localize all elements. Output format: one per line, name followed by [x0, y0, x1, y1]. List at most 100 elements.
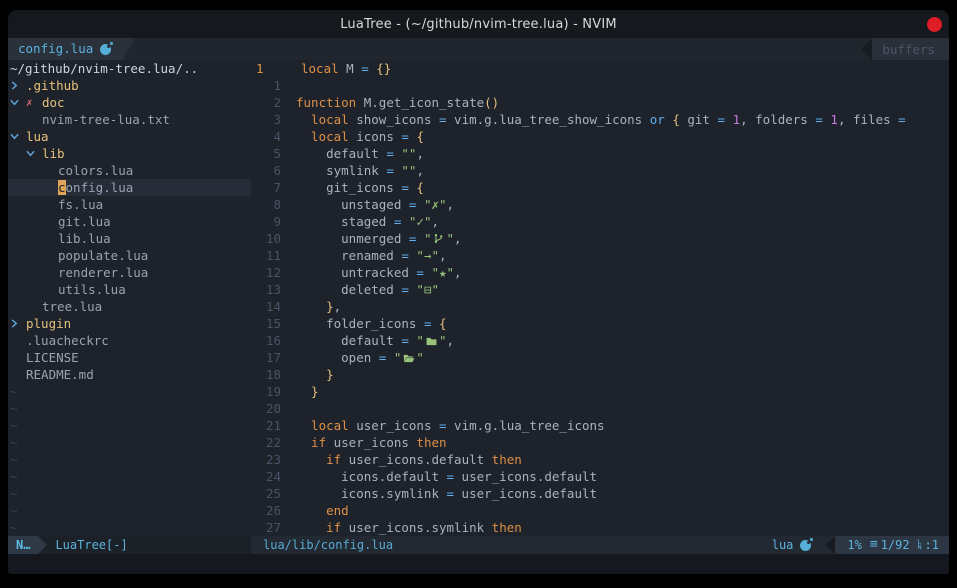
tree-item-populate.lua[interactable]: populate.lua [8, 247, 251, 264]
code-line-25[interactable]: 24icons.default = user_icons.default [251, 468, 949, 485]
powerline-separator-icon [825, 536, 835, 554]
code-line-26[interactable]: 25icons.symlink = user_icons.default [251, 485, 949, 502]
code-line-11[interactable]: 10unmerged = "", [251, 230, 949, 247]
code-line-24[interactable]: 23if user_icons.default then [251, 451, 949, 468]
chevron-right-icon[interactable] [10, 77, 19, 94]
line-number-relative: 24 [251, 468, 281, 485]
code-line-19[interactable]: 18} [251, 366, 949, 383]
code-line-text: unmerged = "", [296, 230, 462, 247]
code-line-21[interactable]: 20 [251, 400, 949, 417]
code-line-text: local user_icons = vim.g.lua_tree_icons [296, 417, 605, 434]
code-line-7[interactable]: 6symlink = "", [251, 162, 949, 179]
tree-item-label: lib [8, 145, 65, 162]
tree-item-plugin[interactable]: plugin [8, 315, 251, 332]
tree-item-LICENSE[interactable]: LICENSE [8, 349, 251, 366]
tree-item-label: utils.lua [8, 281, 126, 298]
code-line-text: local show_icons = vim.g.lua_tree_show_i… [296, 111, 906, 128]
code-line-2[interactable]: 1 [251, 77, 949, 94]
code-line-text: default = "", [296, 145, 424, 162]
tree-item-colors.lua[interactable]: colors.lua [8, 162, 251, 179]
folder-open-icon [401, 354, 416, 363]
code-line-6[interactable]: 5default = "", [251, 145, 949, 162]
tree-item-renderer.lua[interactable]: renderer.lua [8, 264, 251, 281]
scroll-percent: 1% [847, 536, 861, 554]
tree-item-nvim-tree-lua.txt[interactable]: nvim-tree-lua.txt [8, 111, 251, 128]
code-line-text: open = "" [296, 349, 424, 366]
line-number-relative: 20 [251, 400, 281, 417]
lua-moon-icon [100, 44, 111, 55]
code-line-16[interactable]: 15folder_icons = { [251, 315, 949, 332]
line-number-relative: 14 [251, 298, 281, 315]
code-line-15[interactable]: 14}, [251, 298, 949, 315]
folder-closed-icon [424, 337, 439, 346]
code-line-1[interactable]: 1 local M = {} [251, 60, 949, 77]
tree-item-tree.lua[interactable]: tree.lua [8, 298, 251, 315]
chevron-down-icon[interactable] [26, 145, 35, 162]
buffers-label[interactable]: buffers [872, 38, 949, 60]
tree-item-label: lib.lua [8, 230, 111, 247]
empty-line-tilde: ~ [8, 519, 251, 536]
code-line-14[interactable]: 13deleted = "⊟" [251, 281, 949, 298]
code-line-5[interactable]: 4local icons = { [251, 128, 949, 145]
tree-item-label: README.md [8, 366, 94, 383]
statusline-tree-segment: N… LuaTree[-] [8, 536, 251, 554]
tree-item-lib.lua[interactable]: lib.lua [8, 230, 251, 247]
code-line-17[interactable]: 16default = "", [251, 332, 949, 349]
code-line-27[interactable]: 26end [251, 502, 949, 519]
chevron-down-icon[interactable] [10, 94, 19, 111]
code-line-text: local M = {} [301, 60, 391, 77]
tree-item-label: config.lua [8, 179, 133, 196]
code-line-4[interactable]: 3 local show_icons = vim.g.lua_tree_show_… [251, 111, 949, 128]
empty-line-tilde: ~ [8, 417, 251, 434]
code-line-23[interactable]: 22if user_icons then [251, 434, 949, 451]
tree-item-.github[interactable]: .github [8, 77, 251, 94]
code-line-10[interactable]: 9staged = "✓", [251, 213, 949, 230]
tab-label: config.lua [18, 41, 93, 56]
statusline-tree-title: LuaTree[-] [47, 536, 127, 554]
line-number-relative: 3 [251, 111, 281, 128]
tree-item-lua[interactable]: lua [8, 128, 251, 145]
code-line-20[interactable]: 19} [251, 383, 949, 400]
line-number-relative: 27 [251, 519, 281, 536]
chevron-right-icon[interactable] [10, 315, 19, 332]
statusline-file-path: lua/lib/config.lua [251, 536, 772, 554]
code-line-28[interactable]: 27if user_icons.symlink then [251, 519, 949, 536]
lines-icon: ≡ [870, 536, 878, 554]
code-line-22[interactable]: 21local user_icons = vim.g.lua_tree_icon… [251, 417, 949, 434]
line-number-relative: 22 [251, 434, 281, 451]
code-line-text: folder_icons = { [296, 315, 447, 332]
code-line-18[interactable]: 17open = "" [251, 349, 949, 366]
tree-item-config.lua[interactable]: config.lua [8, 179, 251, 196]
terminal-screen: LuaTree - (~/github/nvim-tree.lua) - NVI… [0, 0, 957, 588]
code-line-12[interactable]: 11renamed = "→", [251, 247, 949, 264]
empty-line-tilde: ~ [8, 485, 251, 502]
tree-item-.luacheckrc[interactable]: .luacheckrc [8, 332, 251, 349]
tree-item-label: colors.lua [8, 162, 133, 179]
tree-item-git.lua[interactable]: git.lua [8, 213, 251, 230]
line-number-current: 1 [251, 60, 286, 77]
title-bar: LuaTree - (~/github/nvim-tree.lua) - NVI… [8, 10, 949, 38]
command-line[interactable] [8, 554, 949, 574]
code-editor[interactable]: 1local M = {}12function M.get_icon_state… [251, 60, 949, 536]
file-tree[interactable]: ~/github/nvim-tree.lua/...github✗docnvim… [8, 60, 251, 536]
code-line-3[interactable]: 2function M.get_icon_state() [251, 94, 949, 111]
chevron-down-icon[interactable] [10, 128, 19, 145]
close-button[interactable] [927, 17, 942, 32]
tree-item-README.md[interactable]: README.md [8, 366, 251, 383]
cursor-position: 1/92 [881, 536, 910, 554]
code-line-9[interactable]: 8unstaged = "✗", [251, 196, 949, 213]
tree-item-doc[interactable]: ✗doc [8, 94, 251, 111]
empty-line-tilde: ~ [8, 502, 251, 519]
tree-cursor: c [58, 180, 66, 195]
code-line-text: untracked = "★", [296, 264, 462, 281]
code-line-13[interactable]: 12untracked = "★", [251, 264, 949, 281]
tree-item-label: nvim-tree-lua.txt [8, 111, 170, 128]
statusline-position-chip: 1% ≡ 1/92 LN :1 [835, 536, 949, 554]
tree-item-utils.lua[interactable]: utils.lua [8, 281, 251, 298]
tree-item-lib[interactable]: lib [8, 145, 251, 162]
tree-item--github-nvim-tree.lua-..[interactable]: ~/github/nvim-tree.lua/.. [8, 60, 251, 77]
tree-item-fs.lua[interactable]: fs.lua [8, 196, 251, 213]
code-line-8[interactable]: 7git_icons = { [251, 179, 949, 196]
tab-config-lua[interactable]: config.lua [8, 38, 135, 60]
code-line-text: unstaged = "✗", [296, 196, 454, 213]
